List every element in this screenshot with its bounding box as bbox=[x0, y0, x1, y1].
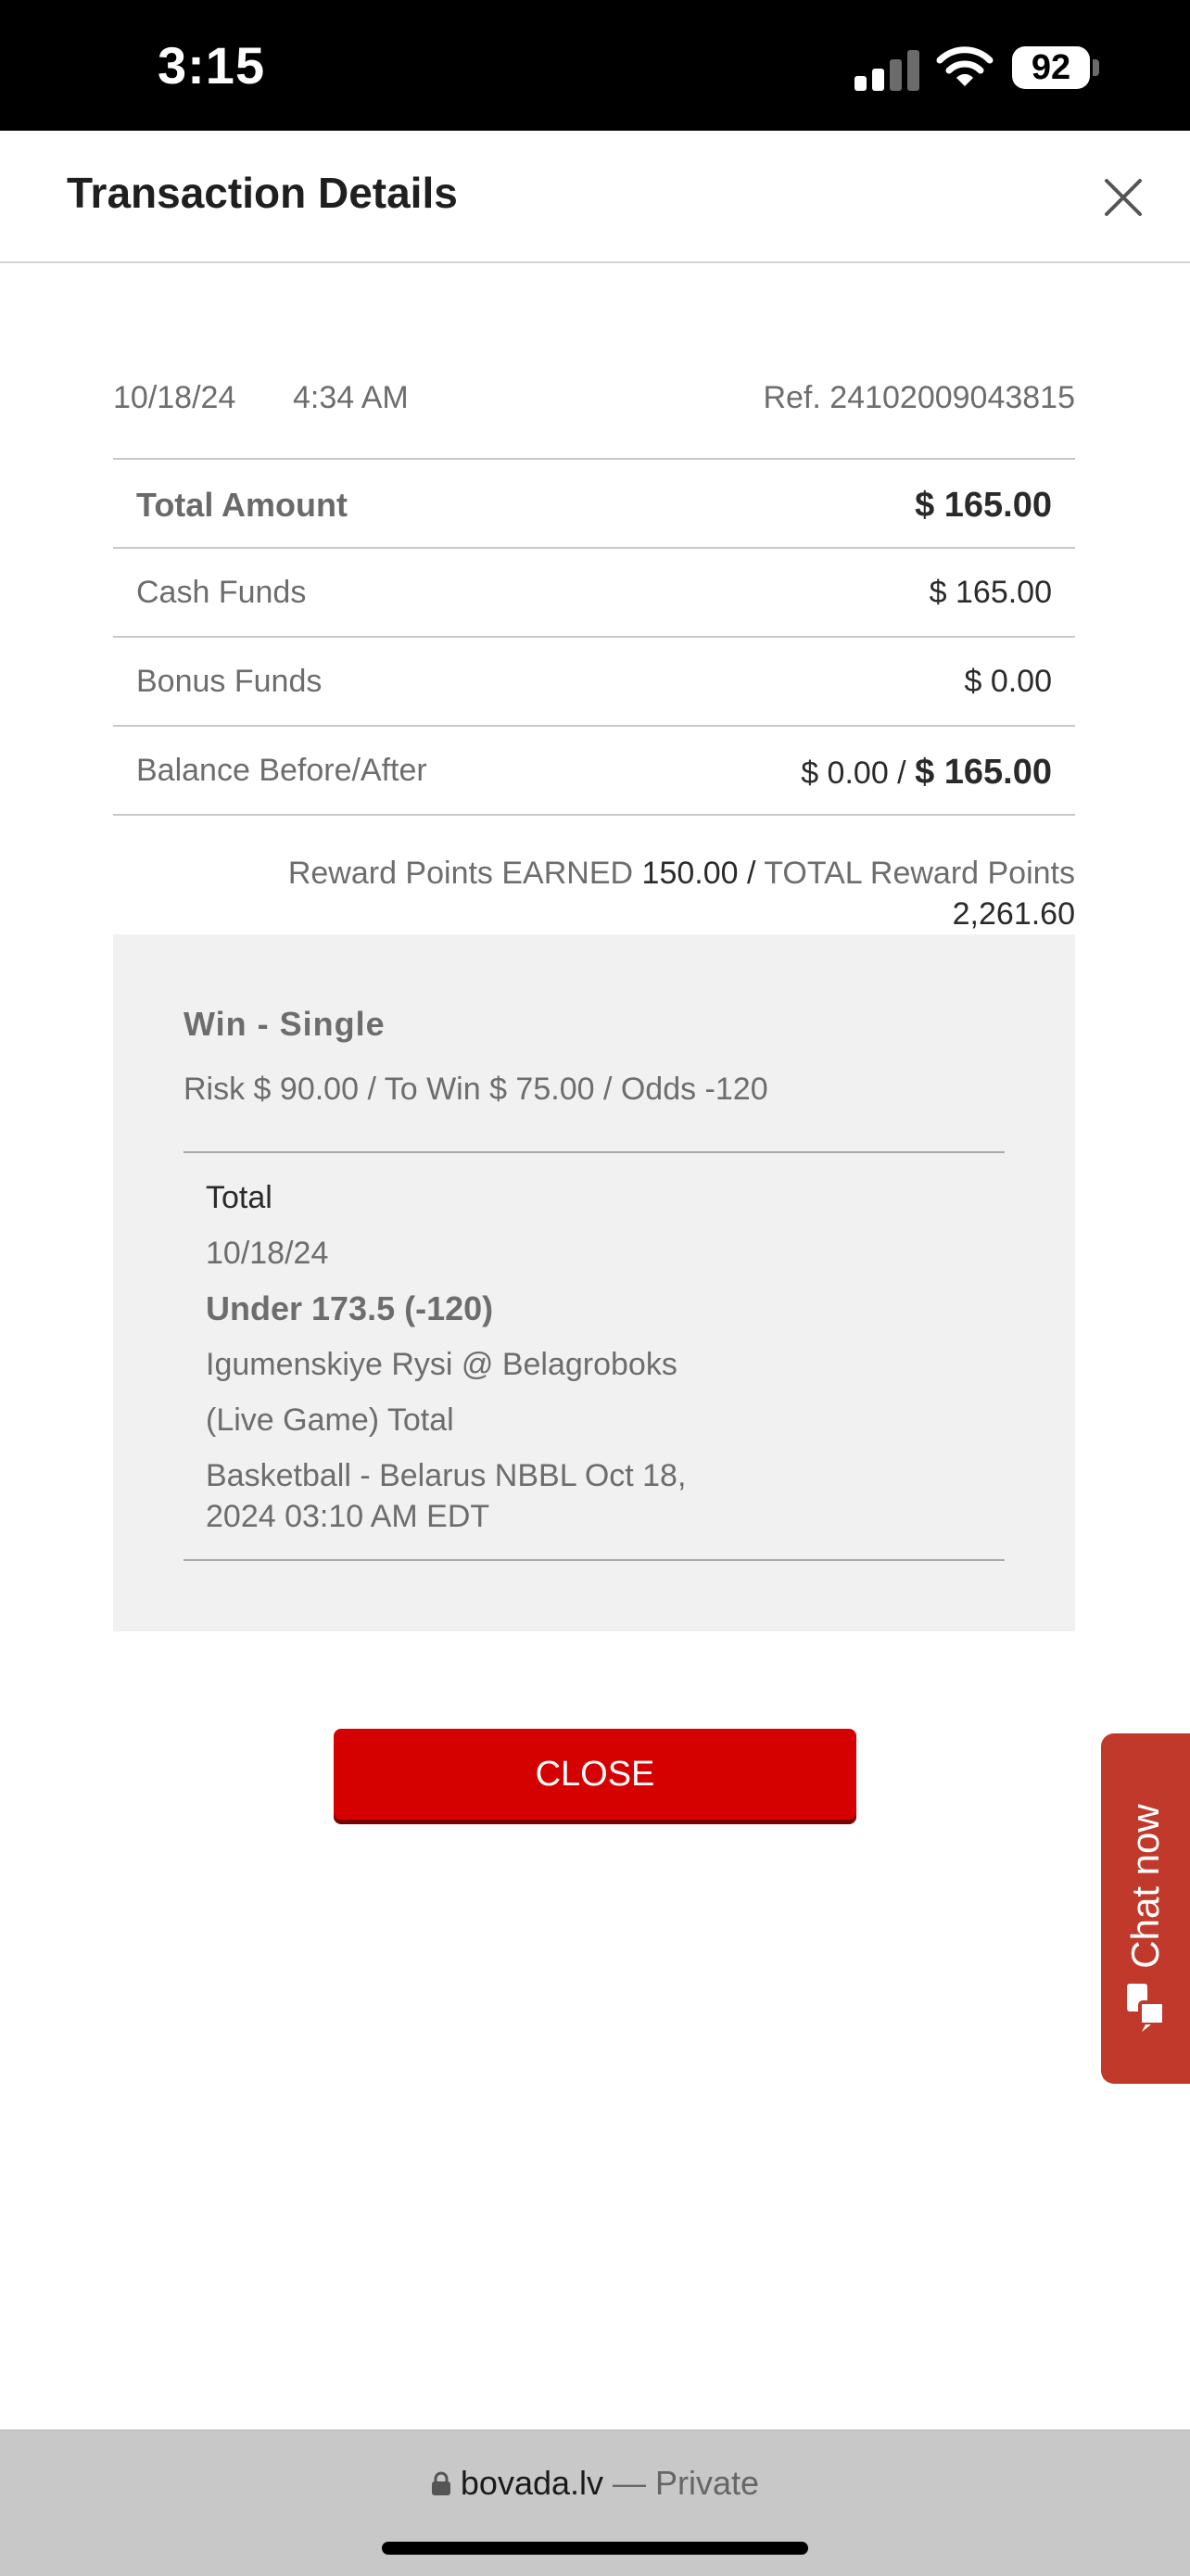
leg-event-line1: Basketball - Belarus NBBL Oct 18, bbox=[206, 1458, 687, 1493]
total-amount-value: $ 165.00 bbox=[915, 486, 1052, 525]
transaction-date: 10/18/24 bbox=[113, 380, 236, 415]
close-button[interactable]: CLOSE bbox=[334, 1729, 856, 1820]
leg-market: Total bbox=[206, 1180, 272, 1215]
reward-points: Reward Points EARNED 150.00 / TOTAL Rewa… bbox=[148, 853, 1075, 934]
cash-funds-value: $ 165.00 bbox=[929, 575, 1052, 610]
reward-earned-label: Reward Points EARNED bbox=[287, 856, 634, 891]
balance-before: $ 0.00 / bbox=[801, 755, 906, 791]
total-amount-row: Total Amount $ 165.00 bbox=[113, 460, 1075, 549]
chat-now-tab[interactable]: Chat now bbox=[1101, 1733, 1190, 2084]
divider bbox=[184, 1151, 1005, 1153]
balance-value: $ 0.00 / $ 165.00 bbox=[801, 753, 1052, 793]
bonus-funds-row: Bonus Funds $ 0.00 bbox=[113, 638, 1075, 727]
battery-tip bbox=[1093, 59, 1099, 76]
bonus-funds-value: $ 0.00 bbox=[964, 664, 1052, 699]
bet-leg: Total 10/18/24 Under 173.5 (-120) Igumen… bbox=[206, 1177, 762, 1552]
summary-table: Total Amount $ 165.00 Cash Funds $ 165.0… bbox=[113, 458, 1075, 816]
bonus-funds-label: Bonus Funds bbox=[136, 664, 323, 699]
page-title: Transaction Details bbox=[67, 169, 458, 217]
modal-header: Transaction Details bbox=[0, 131, 1190, 263]
leg-date: 10/18/24 bbox=[206, 1236, 329, 1271]
url-row[interactable]: bovada.lv — Private bbox=[0, 2464, 1190, 2503]
leg-matchup: Igumenskiye Rysi @ Belagroboks bbox=[206, 1347, 677, 1382]
bet-details-panel: Win - Single Risk $ 90.00 / To Win $ 75.… bbox=[113, 934, 1075, 1631]
reward-separator: / bbox=[746, 856, 756, 891]
private-label: — Private bbox=[613, 2464, 760, 2502]
cellular-signal-icon bbox=[855, 48, 919, 91]
leg-selection: Under 173.5 (-120) bbox=[206, 1289, 494, 1327]
divider bbox=[184, 1559, 1005, 1561]
home-indicator bbox=[382, 2542, 808, 2555]
cash-funds-label: Cash Funds bbox=[136, 575, 307, 610]
status-bar: 3:15 92 bbox=[0, 0, 1190, 131]
balance-row: Balance Before/After $ 0.00 / $ 165.00 bbox=[113, 727, 1075, 816]
lock-icon bbox=[431, 2471, 450, 2495]
battery-icon: 92 bbox=[1012, 46, 1090, 89]
wifi-icon bbox=[936, 46, 994, 86]
balance-label: Balance Before/After bbox=[136, 753, 427, 788]
reward-total-label: TOTAL Reward Points bbox=[764, 856, 1075, 891]
browser-address-bar: bovada.lv — Private bbox=[0, 2430, 1190, 2576]
reward-total-value: 2,261.60 bbox=[952, 896, 1075, 932]
reward-earned-value: 150.00 bbox=[641, 856, 739, 891]
cash-funds-row: Cash Funds $ 165.00 bbox=[113, 549, 1075, 638]
leg-description: (Live Game) Total bbox=[206, 1402, 454, 1438]
chat-bubbles-icon bbox=[1127, 1984, 1166, 2032]
leg-event-line2: 2024 03:10 AM EDT bbox=[206, 1499, 490, 1534]
leg-event: Basketball - Belarus NBBL Oct 18, 2024 0… bbox=[206, 1455, 762, 1537]
bet-summary: Risk $ 90.00 / To Win $ 75.00 / Odds -12… bbox=[184, 1072, 768, 1107]
transaction-ref: Ref. 24102009043815 bbox=[763, 380, 1075, 415]
transaction-time: 4:34 AM bbox=[293, 380, 409, 415]
status-time: 3:15 bbox=[158, 36, 266, 95]
url-host: bovada.lv bbox=[460, 2464, 604, 2502]
bet-type: Win - Single bbox=[184, 1005, 386, 1043]
total-amount-label: Total Amount bbox=[136, 486, 348, 524]
close-icon[interactable] bbox=[1097, 171, 1149, 223]
balance-after: $ 165.00 bbox=[915, 753, 1052, 792]
chat-now-label: Chat now bbox=[1123, 1804, 1167, 1969]
